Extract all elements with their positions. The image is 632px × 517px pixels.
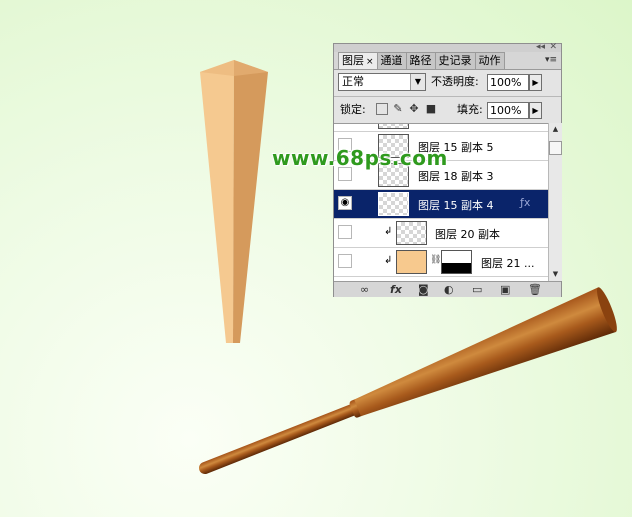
blend-mode-select[interactable]: 正常 ▼	[338, 73, 426, 91]
blend-opacity-row: 正常 ▼ 不透明度: 100% ▶	[334, 69, 561, 97]
layer-row-partial[interactable]	[334, 124, 548, 132]
scroll-thumb[interactable]	[549, 141, 562, 155]
clipping-mask-icon: ↲	[384, 255, 393, 266]
mask-icon[interactable]: ◙	[418, 283, 429, 296]
panel-tabs: 图层 × 通道 路径 史记录 动作	[338, 52, 505, 69]
scroll-up-icon[interactable]: ▲	[549, 123, 562, 136]
tab-paths[interactable]: 路径	[405, 52, 436, 69]
link-icon[interactable]: ∞	[360, 283, 369, 296]
opacity-label: 不透明度:	[431, 75, 479, 88]
layer-thumbnail	[378, 192, 409, 216]
visibility-toggle[interactable]	[338, 225, 352, 239]
scroll-down-icon[interactable]: ▼	[549, 268, 562, 281]
eye-icon[interactable]: ◉	[338, 196, 352, 210]
layer-thumbnail	[396, 221, 427, 245]
lock-all-icon[interactable]: ■	[425, 103, 437, 115]
tab-label: 史记录	[438, 54, 472, 67]
tab-label: 图层	[342, 54, 364, 67]
chevron-down-icon[interactable]: ▼	[410, 74, 425, 90]
layer-thumbnail	[378, 124, 409, 129]
panel-bottom-bar: ∞ fx ◙ ◐ ▭ ▣ 🗑	[334, 281, 561, 297]
layers-scrollbar[interactable]: ▲ ▼	[548, 123, 562, 281]
clipping-mask-icon: ↲	[384, 226, 393, 237]
layer-row[interactable]: ↲ 图层 20 副本	[334, 219, 548, 248]
panel-titlebar[interactable]: ◂◂ ✕	[334, 42, 561, 52]
vertical-wood-piece	[200, 60, 268, 343]
layer-name: 图层 20 副本	[435, 228, 500, 241]
tab-label: 动作	[478, 54, 501, 67]
fill-label: 填充:	[457, 103, 483, 116]
fill-input[interactable]: 100%	[487, 102, 529, 119]
visibility-toggle[interactable]	[338, 254, 352, 268]
panel-menu-icon[interactable]: ▾≡	[545, 55, 557, 65]
layer-name: 图层 18 副本 3	[418, 170, 494, 183]
layer-name: 图层 21 ...	[481, 257, 535, 270]
opacity-slider-button[interactable]: ▶	[529, 74, 542, 91]
diagonal-wood-stick	[199, 287, 617, 474]
adjustment-icon[interactable]: ◐	[444, 283, 454, 296]
layer-row[interactable]: ↲ ⛓ 图层 21 ...	[334, 248, 548, 277]
chain-link-icon[interactable]: ⛓	[430, 255, 441, 265]
tab-layers[interactable]: 图层 ×	[338, 52, 378, 69]
watermark: www.68ps.com	[272, 146, 448, 170]
layer-mask-thumbnail[interactable]	[441, 250, 472, 274]
close-panel-icon[interactable]: ✕	[549, 42, 557, 52]
fill-slider-button[interactable]: ▶	[529, 102, 542, 119]
layers-panel[interactable]: ◂◂ ✕ 图层 × 通道 路径 史记录 动作 ▾≡ 正常 ▼ 不透明度: 100%…	[333, 42, 562, 297]
lock-label: 锁定:	[340, 103, 366, 116]
tab-actions[interactable]: 动作	[474, 52, 505, 69]
tab-label: 通道	[380, 54, 403, 67]
tab-history[interactable]: 史记录	[434, 52, 476, 69]
layer-thumbnail	[396, 250, 427, 274]
folder-icon[interactable]: ▭	[472, 283, 482, 296]
tab-close-icon[interactable]: ×	[366, 57, 374, 67]
collapse-icon[interactable]: ◂◂	[536, 42, 545, 52]
fx-icon[interactable]: fx	[390, 283, 402, 296]
tab-channels[interactable]: 通道	[376, 52, 407, 69]
layer-effects-icon[interactable]: ƒx	[520, 196, 530, 209]
canvas[interactable]: www.68ps.com ◂◂ ✕ 图层 × 通道 路径 史记录 动作 ▾≡ 正常…	[0, 0, 632, 517]
layer-name: 图层 15 副本 4	[418, 199, 494, 212]
tab-label: 路径	[409, 54, 432, 67]
lock-fill-row: 锁定: ✎ ✥ ■ 填充: 100% ▶	[334, 96, 561, 124]
lock-pixels-brush-icon[interactable]: ✎	[392, 103, 404, 115]
layer-row-selected[interactable]: ◉ 图层 15 副本 4 ƒx	[334, 190, 548, 219]
lock-transparency-icon[interactable]	[376, 103, 388, 115]
blend-mode-value: 正常	[342, 75, 364, 88]
trash-icon[interactable]: 🗑	[528, 283, 542, 296]
opacity-input[interactable]: 100%	[487, 74, 529, 91]
new-layer-icon[interactable]: ▣	[500, 283, 510, 296]
lock-position-move-icon[interactable]: ✥	[408, 103, 420, 115]
